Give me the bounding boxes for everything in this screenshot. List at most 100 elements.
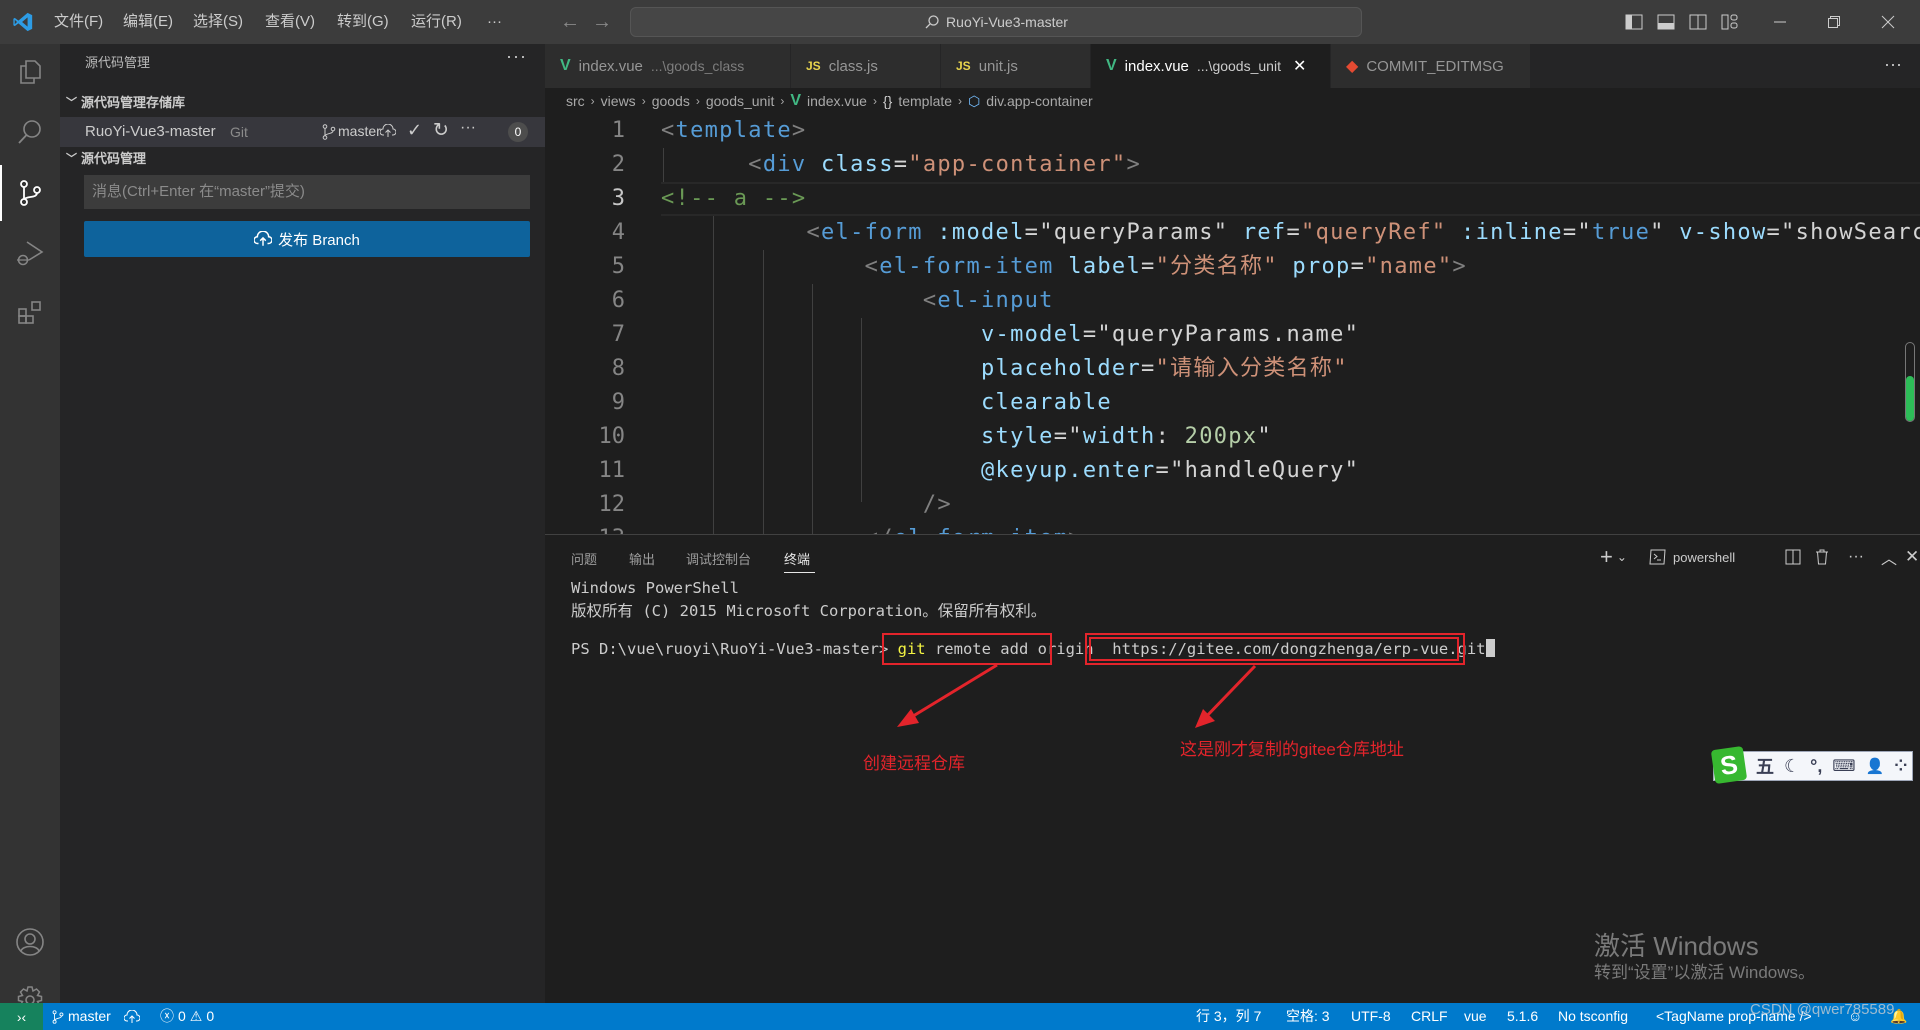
moon-icon[interactable]: ☾	[1784, 756, 1800, 777]
code-line[interactable]: <div class="app-container">	[661, 148, 1141, 182]
scm-section-header[interactable]: ﹀ 源代码管理	[66, 148, 146, 170]
run-debug-icon[interactable]	[0, 225, 60, 281]
punct-icon[interactable]: °,	[1810, 756, 1822, 777]
status-tsconfig[interactable]: No tsconfig	[1558, 1003, 1628, 1030]
status-eol[interactable]: CRLF	[1411, 1003, 1448, 1030]
menu-more[interactable]: ···	[487, 0, 502, 44]
commit-check-icon[interactable]: ✓	[407, 120, 422, 141]
grid-icon[interactable]: ⁘	[1894, 756, 1907, 776]
code-line[interactable]: <!-- a -->	[661, 182, 806, 216]
breadcrumb-item[interactable]: views	[601, 93, 636, 109]
code-token: <	[864, 254, 880, 279]
code-token: el-form-item	[894, 526, 1069, 534]
repo-branch[interactable]: master	[338, 123, 381, 139]
code-token: ="showSearch"	[1766, 220, 1920, 245]
explorer-icon[interactable]	[0, 44, 60, 100]
extensions-icon[interactable]	[0, 285, 60, 341]
line-number: 3	[611, 186, 625, 211]
status-version[interactable]: 5.1.6	[1507, 1003, 1538, 1030]
line-number: 12	[598, 492, 626, 517]
ime-mode[interactable]: 五	[1756, 753, 1774, 779]
status-language[interactable]: vue	[1464, 1003, 1487, 1030]
status-branch[interactable]: master	[52, 1003, 111, 1030]
code-line[interactable]: <template>	[661, 114, 806, 148]
code-line[interactable]: v-model="queryParams.name"	[661, 318, 1359, 352]
code-line[interactable]: <el-form-item label="分类名称" prop="name">	[661, 250, 1467, 284]
code-editor[interactable]: 12345678910111213 <template> <div class=…	[545, 114, 1920, 534]
menu-go[interactable]: 转到(G)	[337, 0, 389, 44]
tab-unit-js[interactable]: JS unit.js	[941, 44, 1091, 88]
code-token: "queryParams"	[1039, 220, 1229, 245]
editor-more-actions-icon[interactable]: ···	[1884, 54, 1902, 75]
source-control-icon[interactable]	[0, 165, 60, 221]
code-line[interactable]: />	[661, 488, 952, 522]
code-token: v-show	[1679, 220, 1767, 245]
keyboard-icon[interactable]: ⌨	[1832, 756, 1855, 776]
command-center-search[interactable]: RuoYi-Vue3-master	[630, 7, 1362, 37]
accounts-icon[interactable]	[0, 914, 60, 970]
status-indentation[interactable]: 空格: 3	[1286, 1003, 1330, 1030]
menu-file[interactable]: 文件(F)	[54, 0, 103, 44]
code-token: =	[1141, 356, 1156, 381]
sidebar-more-actions[interactable]: ···	[506, 46, 527, 67]
tab-index-vue-goods-class[interactable]: V index.vue ...\goods_class	[545, 44, 791, 88]
customize-layout-icon[interactable]	[1716, 8, 1744, 36]
command-center-label: RuoYi-Vue3-master	[946, 14, 1068, 30]
status-cursor-position[interactable]: 行 3，列 7	[1196, 1003, 1261, 1030]
status-encoding[interactable]: UTF-8	[1351, 1003, 1391, 1030]
code-token: "请输入分类名称"	[1155, 356, 1348, 381]
refresh-icon[interactable]: ↻	[433, 119, 449, 142]
menu-view[interactable]: 查看(V)	[265, 0, 315, 44]
remote-indicator-icon[interactable]: ›‹	[0, 1003, 43, 1030]
code-line[interactable]: style="width: 200px"	[661, 420, 1272, 454]
repositories-section-header[interactable]: ﹀ 源代码管理存储库	[66, 92, 185, 114]
code-line[interactable]: <el-input	[661, 284, 1054, 318]
repo-more-icon[interactable]: ···	[460, 119, 476, 137]
minimize-icon[interactable]	[1766, 8, 1794, 36]
code-token: <	[661, 118, 676, 143]
publish-cloud-icon[interactable]	[380, 124, 396, 138]
repositories-section-title: 源代码管理存储库	[81, 95, 186, 110]
current-line-highlight	[661, 182, 1920, 216]
breadcrumb-item[interactable]: div.app-container	[986, 93, 1092, 109]
code-line[interactable]: @keyup.enter="handleQuery"	[661, 454, 1359, 488]
breadcrumb-item[interactable]: src	[566, 93, 585, 109]
toggle-sidebar-icon[interactable]	[1620, 8, 1648, 36]
tab-commit-editmsg[interactable]: ◆ COMMIT_EDITMSG	[1331, 44, 1531, 88]
forward-arrow-icon[interactable]: →	[592, 10, 612, 34]
tab-index-vue-goods-unit[interactable]: V index.vue ...\goods_unit ✕	[1091, 44, 1331, 88]
code-token: template	[675, 118, 792, 143]
repository-row[interactable]: RuoYi-Vue3-master Git master ✓ ↻ ··· 0	[60, 117, 545, 147]
menu-run[interactable]: 运行(R)	[411, 0, 462, 44]
menu-edit[interactable]: 编辑(E)	[123, 0, 173, 44]
code-token: =	[1350, 254, 1366, 279]
code-line[interactable]: </el-form-item>	[661, 522, 1083, 534]
back-arrow-icon[interactable]: ←	[560, 10, 580, 34]
code-line[interactable]: placeholder="请输入分类名称"	[661, 352, 1348, 386]
close-window-icon[interactable]	[1874, 8, 1902, 36]
code-line[interactable]: clearable	[661, 386, 1112, 420]
sogou-logo-icon[interactable]: S	[1710, 745, 1748, 785]
commit-message-input[interactable]: 消息(Ctrl+Enter 在“master”提交)	[84, 175, 530, 209]
status-publish-cloud-icon[interactable]	[124, 1003, 140, 1030]
toggle-panel-icon[interactable]	[1652, 8, 1680, 36]
publish-branch-button[interactable]: 发布 Branch	[84, 221, 530, 257]
status-problems[interactable]: ⓧ 0 ⚠ 0	[160, 1003, 214, 1030]
close-tab-icon[interactable]: ✕	[1293, 56, 1306, 76]
code-token: @keyup.enter	[981, 458, 1156, 483]
code-token: >	[1126, 152, 1142, 177]
tab-class-js[interactable]: JS class.js	[791, 44, 941, 88]
user-icon[interactable]: 👤	[1865, 757, 1884, 775]
breadcrumb-item[interactable]: goods	[652, 93, 690, 109]
menu-selection[interactable]: 选择(S)	[193, 0, 243, 44]
search-icon[interactable]	[0, 104, 60, 160]
breadcrumb-item[interactable]: goods_unit	[706, 93, 775, 109]
breadcrumb-item[interactable]: template	[898, 93, 952, 109]
code-line[interactable]: <el-form :model="queryParams" ref="query…	[661, 216, 1920, 250]
restore-icon[interactable]	[1820, 8, 1848, 36]
toggle-secondary-sidebar-icon[interactable]	[1684, 8, 1712, 36]
breadcrumb-item[interactable]: index.vue	[807, 93, 867, 109]
warning-count: 0	[206, 1008, 215, 1024]
